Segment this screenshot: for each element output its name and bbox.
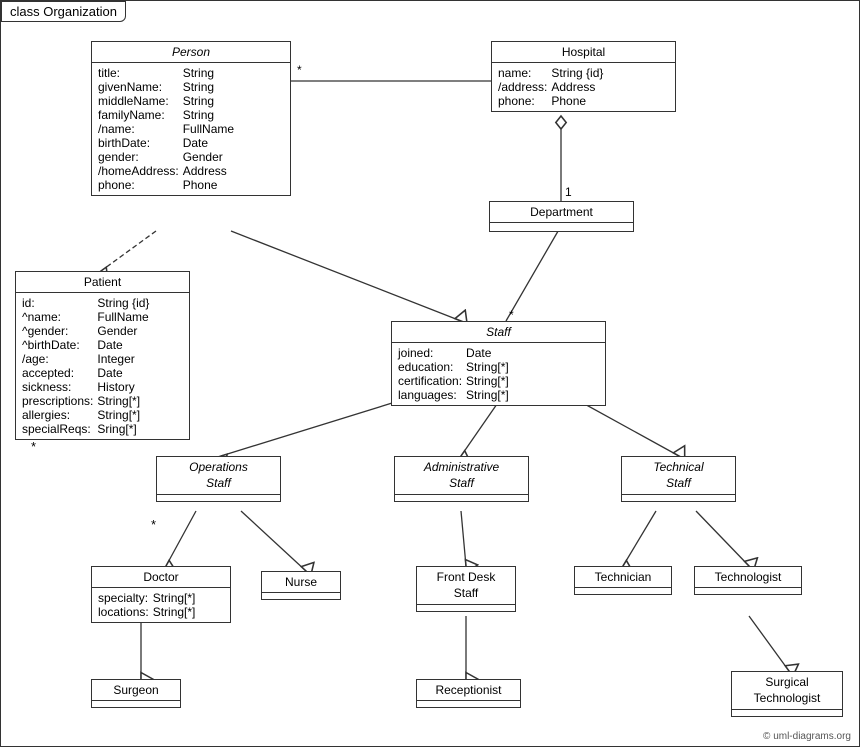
copyright: © uml-diagrams.org <box>763 731 851 742</box>
person-body: title:String givenName:String middleName… <box>92 63 290 195</box>
doctor-title: Doctor <box>92 567 230 588</box>
receptionist-body <box>417 701 520 707</box>
doctor-body: specialty:String[*] locations:String[*] <box>92 588 230 622</box>
svg-text:*: * <box>297 63 302 77</box>
admin-staff-box: AdministrativeStaff <box>394 456 529 502</box>
department-title: Department <box>490 202 633 223</box>
hospital-box: Hospital name:String {id} /address:Addre… <box>491 41 676 112</box>
technician-box: Technician <box>574 566 672 595</box>
svg-text:1: 1 <box>565 185 572 199</box>
frontdesk-box: Front DeskStaff <box>416 566 516 612</box>
staff-box: Staff joined:Date education:String[*] ce… <box>391 321 606 406</box>
tech-staff-body <box>622 495 735 501</box>
admin-staff-title: AdministrativeStaff <box>395 457 528 495</box>
frontdesk-title: Front DeskStaff <box>417 567 515 605</box>
patient-box: Patient id:String {id} ^name:FullName ^g… <box>15 271 190 440</box>
hospital-body: name:String {id} /address:Address phone:… <box>492 63 675 111</box>
department-box: Department <box>489 201 634 232</box>
surgical-tech-title: SurgicalTechnologist <box>732 672 842 710</box>
svg-text:*: * <box>31 439 36 454</box>
tech-staff-title: TechnicalStaff <box>622 457 735 495</box>
ops-staff-title: OperationsStaff <box>157 457 280 495</box>
department-body <box>490 223 633 231</box>
technologist-box: Technologist <box>694 566 802 595</box>
nurse-box: Nurse <box>261 571 341 600</box>
nurse-body <box>262 593 340 599</box>
technologist-title: Technologist <box>695 567 801 588</box>
hospital-title: Hospital <box>492 42 675 63</box>
surgeon-box: Surgeon <box>91 679 181 708</box>
patient-title: Patient <box>16 272 189 293</box>
admin-staff-body <box>395 495 528 501</box>
surgical-tech-box: SurgicalTechnologist <box>731 671 843 717</box>
person-title: Person <box>92 42 290 63</box>
technician-body <box>575 588 671 594</box>
staff-label: Staff <box>486 325 511 339</box>
frontdesk-body <box>417 605 515 611</box>
staff-title: Staff <box>392 322 605 343</box>
receptionist-title: Receptionist <box>417 680 520 701</box>
technologist-body <box>695 588 801 594</box>
ops-staff-box: OperationsStaff <box>156 456 281 502</box>
svg-text:*: * <box>151 517 156 532</box>
receptionist-box: Receptionist <box>416 679 521 708</box>
person-label: Person <box>172 45 210 59</box>
svg-text:*: * <box>509 308 514 322</box>
uml-diagram: class Organization <box>0 0 860 747</box>
surgeon-title: Surgeon <box>92 680 180 701</box>
surgeon-body <box>92 701 180 707</box>
ops-staff-body <box>157 495 280 501</box>
doctor-box: Doctor specialty:String[*] locations:Str… <box>91 566 231 623</box>
person-box: Person title:String givenName:String mid… <box>91 41 291 196</box>
nurse-title: Nurse <box>262 572 340 593</box>
tech-staff-box: TechnicalStaff <box>621 456 736 502</box>
surgical-tech-body <box>732 710 842 716</box>
staff-body: joined:Date education:String[*] certific… <box>392 343 605 405</box>
patient-body: id:String {id} ^name:FullName ^gender:Ge… <box>16 293 189 439</box>
diagram-title: class Organization <box>1 1 126 22</box>
technician-title: Technician <box>575 567 671 588</box>
